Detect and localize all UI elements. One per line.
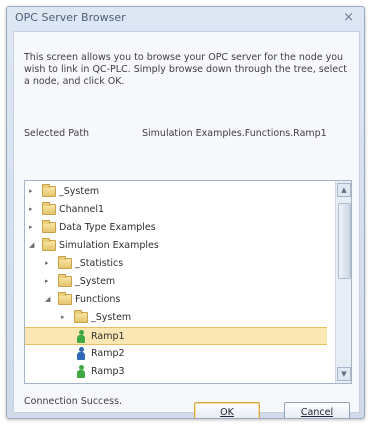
window-title: OPC Server Browser (15, 11, 126, 24)
collapsed-arrow-icon[interactable]: ▸ (29, 222, 37, 232)
opc-tree[interactable]: ▸ _System ▸ Channel1 ▸ Data Type Example… (24, 180, 352, 384)
tree-item-label: Data Type Examples (59, 222, 156, 233)
collapsed-arrow-icon[interactable]: ▸ (29, 186, 37, 196)
cancel-button[interactable]: Cancel (284, 402, 350, 418)
tree-item-ramp2[interactable]: Ramp2 (25, 345, 327, 363)
tree-item-label: _System (59, 186, 100, 197)
tree-item-label: _System (91, 312, 132, 323)
green-tag-icon (76, 365, 86, 379)
tree-item-label: Simulation Examples (59, 240, 159, 251)
folder-icon (42, 238, 56, 251)
tree-item-channel1[interactable]: ▸ Channel1 (25, 201, 327, 219)
folder-icon (58, 256, 72, 269)
tree-item-data-type-examples[interactable]: ▸ Data Type Examples (25, 219, 327, 237)
tree-item-statistics[interactable]: ▸ _Statistics (25, 255, 327, 273)
tree-item-system-2[interactable]: ▸ _System (25, 273, 327, 291)
blue-tag-icon (76, 347, 86, 361)
cancel-button-label: Cancel (300, 407, 334, 418)
close-icon[interactable]: × (343, 10, 354, 25)
folder-icon (74, 310, 88, 323)
tree-item-label: Functions (75, 294, 121, 305)
ok-button[interactable]: OK (194, 402, 260, 418)
tree-item-label: _System (75, 276, 116, 287)
expanded-arrow-icon[interactable]: ◢ (29, 240, 37, 250)
selected-path-value: Simulation Examples.Functions.Ramp1 (142, 128, 327, 139)
folder-icon (42, 184, 56, 197)
folder-icon (42, 202, 56, 215)
scroll-up-icon[interactable]: ▲ (337, 183, 351, 197)
expanded-arrow-icon[interactable]: ◢ (45, 294, 53, 304)
tree-item-ramp1[interactable]: Ramp1 (25, 327, 327, 345)
tree-item-label: Channel1 (59, 204, 105, 215)
tree-item-label: Ramp1 (91, 331, 125, 342)
connection-status: Connection Success. (24, 396, 123, 407)
description-text: This screen allows you to browse your OP… (24, 52, 348, 87)
tree-item-label: Ramp2 (91, 348, 125, 359)
scroll-thumb[interactable] (338, 203, 351, 279)
scroll-down-icon[interactable]: ▼ (337, 367, 351, 381)
folder-icon (42, 220, 56, 233)
collapsed-arrow-icon[interactable]: ▸ (61, 312, 69, 322)
collapsed-arrow-icon[interactable]: ▸ (45, 258, 53, 268)
tree-item-ramp3[interactable]: Ramp3 (25, 363, 327, 381)
title-bar: OPC Server Browser × (7, 7, 364, 31)
green-tag-icon (76, 330, 86, 344)
selected-path-label: Selected Path (24, 128, 90, 139)
tree-scrollbar[interactable]: ▲ ▼ (335, 181, 351, 383)
opc-server-browser-dialog: OPC Server Browser × This screen allows … (6, 6, 365, 419)
folder-icon (58, 274, 72, 287)
tree-item-label: _Statistics (75, 258, 124, 269)
tree-item-system[interactable]: ▸ _System (25, 183, 327, 201)
tree-item-functions[interactable]: ◢ Functions (25, 291, 327, 309)
ok-button-label: OK (220, 407, 234, 418)
tree-item-simulation-examples[interactable]: ◢ Simulation Examples (25, 237, 327, 255)
tree-item-system-3[interactable]: ▸ _System (25, 309, 327, 327)
folder-icon (58, 292, 72, 305)
dialog-content: This screen allows you to browse your OP… (13, 31, 360, 418)
collapsed-arrow-icon[interactable]: ▸ (29, 204, 37, 214)
collapsed-arrow-icon[interactable]: ▸ (45, 276, 53, 286)
tree-item-label: Ramp3 (91, 366, 125, 377)
